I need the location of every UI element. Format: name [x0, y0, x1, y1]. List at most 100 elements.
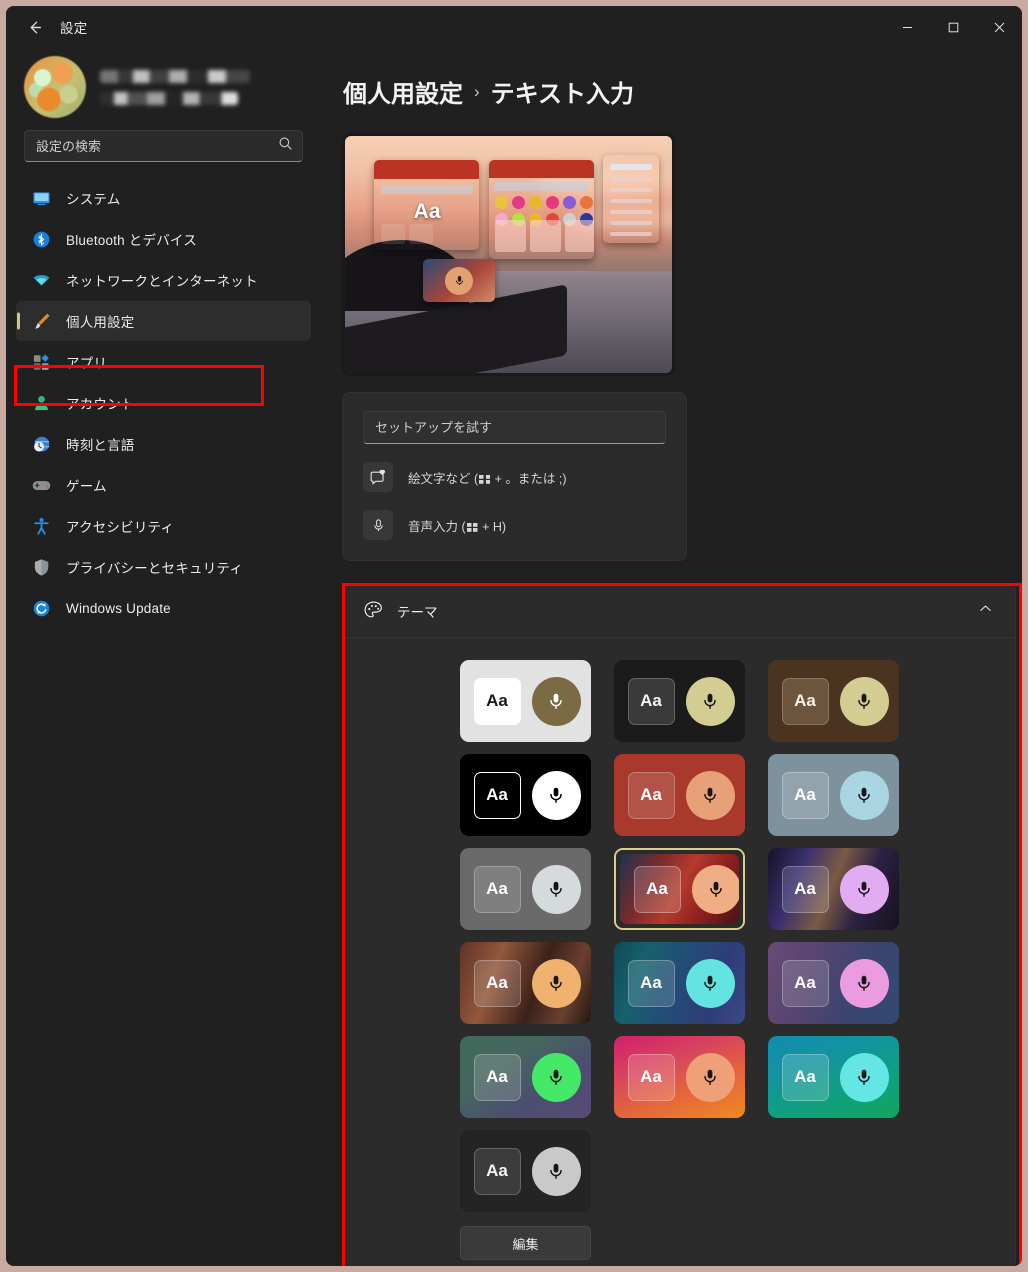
theme-tile-aurora-violet-image-theme[interactable]: Aa [767, 848, 899, 930]
theme-tile-teal-blue-image-theme[interactable]: Aa [613, 942, 745, 1024]
theme-section-header[interactable]: テーマ [343, 584, 1015, 638]
theme-tile-microphone-icon [685, 1052, 735, 1102]
windows-key-icon [466, 522, 478, 532]
theme-tile-black-high-contrast-theme[interactable]: Aa [459, 754, 591, 836]
sidebar-item-label: Windows Update [66, 600, 171, 616]
hint-row-voice[interactable]: 音声入力 ( + H) [363, 510, 666, 540]
back-arrow-icon [30, 20, 41, 34]
theme-tile-preview: Aa [613, 754, 745, 836]
theme-tile-green-purple-gradient-theme[interactable]: Aa [459, 1036, 591, 1118]
theme-tile-preview: Aa [767, 660, 899, 742]
breadcrumb: 個人用設定 › テキスト入力 [343, 74, 988, 109]
theme-tile-brown-theme[interactable]: Aa [767, 660, 899, 742]
theme-tile-key-preview: Aa [781, 959, 829, 1007]
sidebar-item-accessibility[interactable]: アクセシビリティ [16, 506, 311, 546]
close-button[interactable] [976, 6, 1022, 48]
profile-email-line [100, 91, 238, 105]
maximize-button[interactable] [930, 6, 976, 48]
shield-icon [28, 557, 54, 577]
breadcrumb-parent[interactable]: 個人用設定 [343, 74, 463, 109]
try-setup-input[interactable] [363, 411, 666, 444]
sidebar-item-network-internet[interactable]: ネットワークとインターネット [16, 260, 311, 300]
theme-tile-microphone-icon [839, 676, 889, 726]
sidebar-item-label: 時刻と言語 [66, 438, 135, 453]
main-content: 個人用設定 › テキスト入力 Aa セットアップを試す 絵文字など (+ 。ま… [321, 48, 1022, 1266]
sidebar-item-label: プライバシーとセキュリティ [66, 561, 244, 576]
theme-tile-blue-green-gradient-theme[interactable]: Aa [767, 1036, 899, 1118]
minimize-button[interactable] [884, 6, 930, 48]
clock-globe-icon [28, 434, 54, 454]
settings-window: 設定 設定の検索 システム Bluetooth とデバイス ネットワークとインタ… [6, 6, 1022, 1266]
theme-tile-key-preview: Aa [473, 677, 521, 725]
theme-tile-dark-theme[interactable]: Aa [613, 660, 745, 742]
theme-tile-preview: Aa [459, 660, 591, 742]
hero-microphone-icon [445, 266, 474, 295]
sidebar-item-bluetooth-devices[interactable]: Bluetooth とデバイス [16, 219, 311, 259]
theme-tile-grid: Aa Aa Aa Aa Aa Aa Aa Aa Aa Aa Aa Aa Aa Aa Aa Aa [459, 660, 899, 1212]
breadcrumb-separator: › [474, 81, 480, 101]
theme-tile-light-theme[interactable]: Aa [459, 660, 591, 742]
theme-tile-key-preview: Aa [473, 865, 521, 913]
theme-tile-microphone-icon [839, 770, 889, 820]
theme-tile-preview: Aa [459, 754, 591, 836]
theme-section: テーマ Aa Aa Aa Aa Aa Aa Aa Aa Aa Aa Aa Aa Aa Aa Aa Aa 編集 [342, 583, 1016, 1266]
theme-tile-microphone-icon [685, 958, 735, 1008]
sidebar-item-label: アプリ [66, 356, 108, 371]
theme-tile-preview: Aa [613, 1036, 745, 1118]
theme-tile-microphone-icon [839, 864, 889, 914]
theme-tile-key-preview: Aa [473, 1053, 521, 1101]
sidebar-item-time-language[interactable]: 時刻と言語 [16, 424, 311, 464]
user-profile[interactable] [14, 48, 313, 126]
sidebar-item-windows-update[interactable]: Windows Update [16, 588, 311, 628]
chevron-up-icon[interactable] [978, 601, 993, 621]
theme-tile-microphone-icon [531, 770, 581, 820]
hero-window-emoji [488, 159, 594, 260]
theme-tile-preview: Aa [613, 942, 745, 1024]
theme-tile-violet-blue-image-theme[interactable]: Aa [767, 942, 899, 1024]
theme-tile-key-preview: Aa [627, 1053, 675, 1101]
theme-tile-gray-theme[interactable]: Aa [459, 848, 591, 930]
theme-tile-preview: Aa [619, 854, 739, 924]
sidebar-item-personalization[interactable]: 個人用設定 [16, 301, 311, 341]
theme-tile-microphone-icon [531, 1052, 581, 1102]
emoji-panel-icon [363, 462, 393, 492]
theme-tile-key-preview: Aa [473, 1147, 521, 1195]
sidebar-item-privacy-security[interactable]: プライバシーとセキュリティ [16, 547, 311, 587]
sidebar: システム Bluetooth とデバイス [6, 48, 321, 1266]
update-refresh-icon [28, 598, 54, 618]
account-person-icon [28, 393, 54, 413]
hint-prefix: 絵文字など ( [408, 471, 479, 486]
apps-icon [28, 352, 54, 372]
sidebar-item-gaming[interactable]: ゲーム [16, 465, 311, 505]
back-button[interactable] [16, 12, 52, 42]
theme-tile-key-preview: Aa [781, 771, 829, 819]
theme-tile-key-preview: Aa [473, 959, 521, 1007]
system-monitor-icon [28, 188, 54, 208]
theme-edit-button[interactable]: 編集 [460, 1226, 591, 1260]
navigation-list: システム Bluetooth とデバイス ネットワークとインターネット 個人用設… [14, 178, 313, 629]
theme-tile-sunset-image-theme[interactable]: Aa [613, 848, 745, 930]
theme-tile-steel-blue-theme[interactable]: Aa [767, 754, 899, 836]
hint-row-emoji[interactable]: 絵文字など ( + 。または ;) [363, 462, 666, 492]
theme-tile-microphone-icon [839, 1052, 889, 1102]
sidebar-item-accounts[interactable]: アカウント [16, 383, 311, 423]
hero-window-list [603, 154, 659, 243]
theme-tile-custom-dark-theme[interactable]: Aa [459, 1130, 591, 1212]
maximize-icon [948, 22, 958, 32]
search-input[interactable] [24, 130, 303, 162]
profile-name-line [100, 69, 250, 83]
text-input-preview-image: Aa [342, 133, 675, 376]
sidebar-item-system[interactable]: システム [16, 178, 311, 218]
paintbrush-icon [28, 311, 54, 331]
sidebar-item-label: Bluetooth とデバイス [66, 233, 197, 248]
theme-tile-magenta-orange-gradient-theme[interactable]: Aa [613, 1036, 745, 1118]
theme-tile-brick-red-theme[interactable]: Aa [613, 754, 745, 836]
sidebar-item-apps[interactable]: アプリ [16, 342, 311, 382]
theme-tile-preview: Aa [767, 1036, 899, 1118]
theme-tile-key-preview: Aa [473, 771, 521, 819]
theme-tile-preview: Aa [767, 754, 899, 836]
theme-tile-key-preview: Aa [627, 771, 675, 819]
window-title: 設定 [60, 21, 88, 36]
theme-tile-copper-flow-image-theme[interactable]: Aa [459, 942, 591, 1024]
theme-tile-preview: Aa [459, 848, 591, 930]
